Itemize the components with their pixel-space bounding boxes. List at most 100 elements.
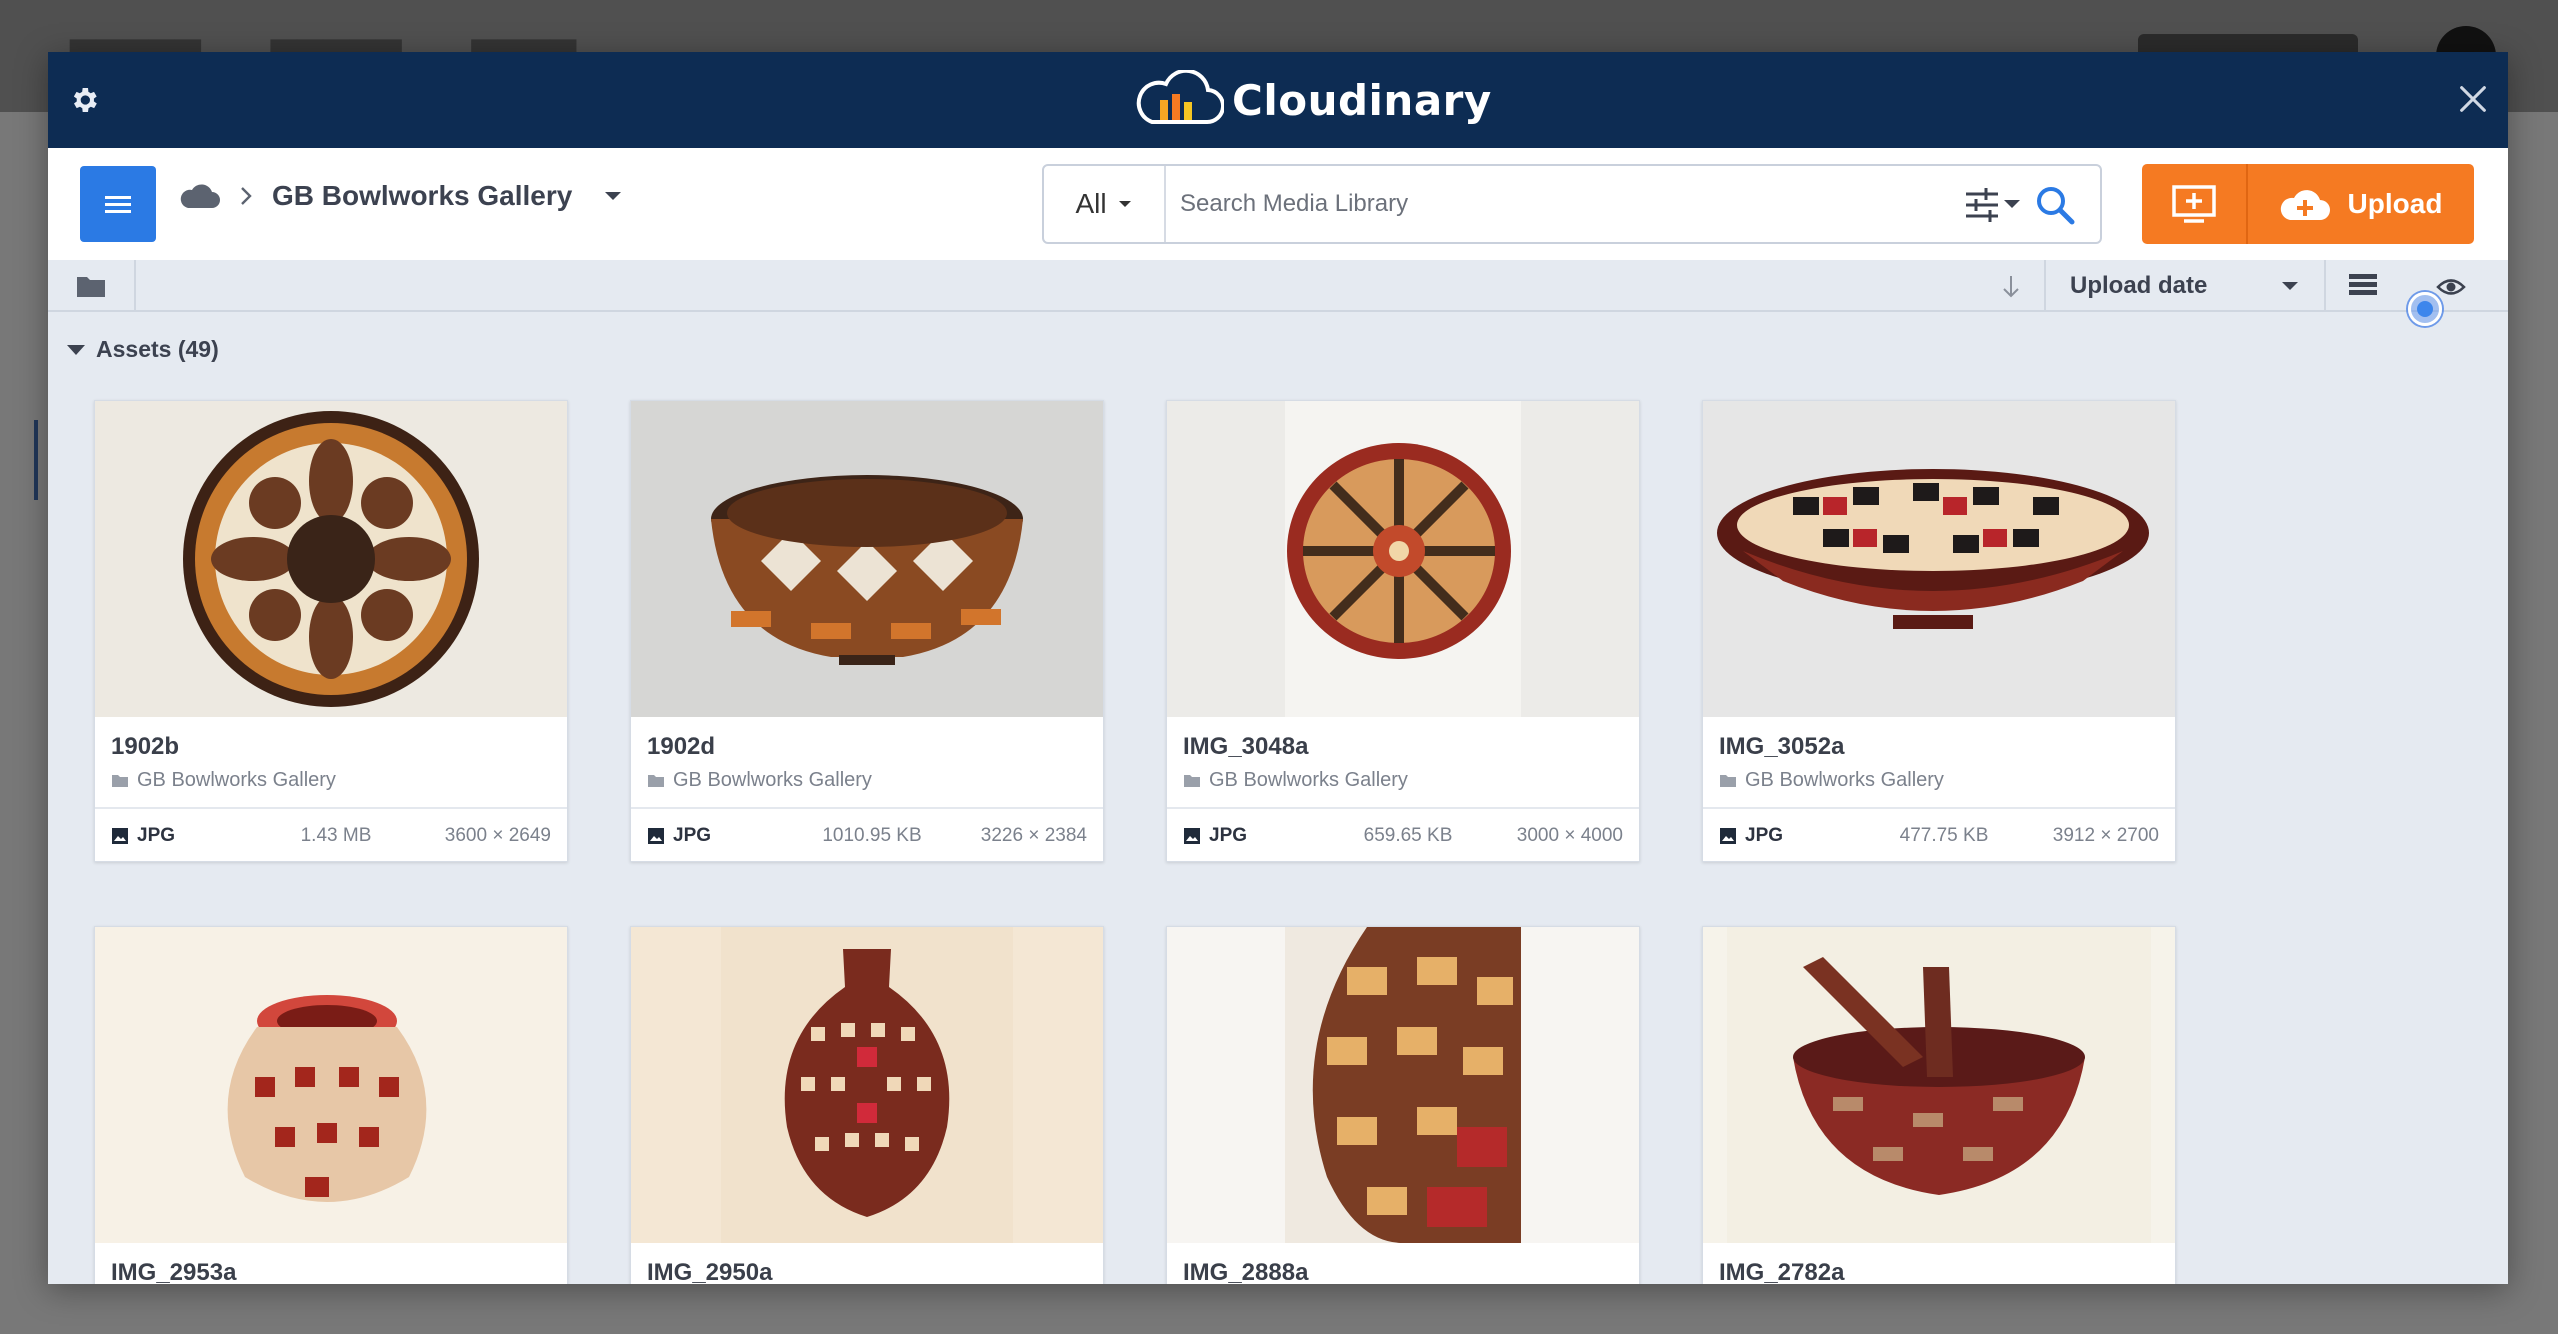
breadcrumb-folder[interactable]: GB Bowlworks Gallery xyxy=(272,180,572,212)
asset-folder-label: GB Bowlworks Gallery xyxy=(1745,769,1944,791)
search-input[interactable] xyxy=(1180,182,1940,226)
asset-name: 1902b xyxy=(111,733,180,760)
bowl-image xyxy=(1167,401,1639,717)
asset-thumbnail[interactable] xyxy=(1703,927,2175,1243)
asset-thumbnail[interactable] xyxy=(1703,401,2175,717)
asset-size: 477.75 KB xyxy=(1899,825,1989,846)
asset-card[interactable]: IMG_3048a GB Bowlworks Gallery JPG 659.6… xyxy=(1166,400,1640,862)
vase-image xyxy=(631,927,1103,1243)
chevron-right-icon xyxy=(241,187,252,205)
add-from-source-button[interactable] xyxy=(2142,164,2248,244)
asset-name: IMG_2953a xyxy=(111,1259,237,1284)
asset-dimensions: 3600 × 2649 xyxy=(444,825,551,846)
bowl-image xyxy=(1703,927,2175,1243)
image-icon xyxy=(648,828,664,844)
asset-card[interactable]: IMG_2950a xyxy=(630,926,1104,1284)
view-toolbar: Upload date xyxy=(48,260,2508,326)
monitor-add-icon xyxy=(2172,185,2216,223)
asset-thumbnail[interactable] xyxy=(631,401,1103,717)
brand-name: Cloudinary xyxy=(1232,75,1492,125)
search-icon[interactable] xyxy=(2034,184,2076,226)
asset-card[interactable]: 1902b GB Bowlworks Gallery JPG 1.43 MB 3… xyxy=(94,400,568,862)
sort-select[interactable]: Upload date xyxy=(2044,260,2326,312)
collapse-triangle-icon xyxy=(67,344,85,355)
list-view-icon[interactable] xyxy=(2348,272,2378,298)
hamburger-icon xyxy=(105,196,131,213)
asset-name: 1902d xyxy=(647,733,716,760)
folder-icon xyxy=(112,774,128,787)
folder-icon xyxy=(1184,774,1200,787)
asset-folder: GB Bowlworks Gallery xyxy=(1183,769,1408,792)
bowl-image xyxy=(1703,401,2175,717)
eye-icon[interactable] xyxy=(2436,276,2466,298)
asset-thumbnail[interactable] xyxy=(95,927,567,1243)
asset-name: IMG_2950a xyxy=(647,1259,773,1284)
asset-meta: JPG 1.43 MB 3600 × 2649 xyxy=(95,807,567,863)
asset-card[interactable]: IMG_2953a xyxy=(94,926,568,1284)
folder-icon xyxy=(648,774,664,787)
asset-card[interactable]: IMG_3052a GB Bowlworks Gallery JPG 477.7… xyxy=(1702,400,2176,862)
sort-select-label: Upload date xyxy=(2070,272,2208,299)
bowl-image xyxy=(95,401,567,717)
asset-type-label: JPG xyxy=(673,825,712,846)
search-scope-select[interactable]: All xyxy=(1044,166,1166,242)
asset-folder: GB Bowlworks Gallery xyxy=(647,769,872,792)
image-icon xyxy=(1720,828,1736,844)
folder-icon xyxy=(77,277,105,297)
asset-folder-label: GB Bowlworks Gallery xyxy=(1209,769,1408,791)
asset-name: IMG_2888a xyxy=(1183,1259,1309,1284)
asset-type: JPG xyxy=(111,825,261,847)
asset-dimensions: 3912 × 2700 xyxy=(2052,825,2159,846)
caret-down-icon xyxy=(2282,282,2298,290)
brand: Cloudinary xyxy=(1134,70,1492,130)
gear-icon[interactable] xyxy=(68,84,100,116)
asset-type: JPG xyxy=(1719,825,1869,847)
asset-name: IMG_3052a xyxy=(1719,733,1845,760)
asset-card[interactable]: IMG_2782a xyxy=(1702,926,2176,1284)
image-icon xyxy=(112,828,128,844)
asset-thumbnail[interactable] xyxy=(1167,927,1639,1243)
asset-type: JPG xyxy=(647,825,797,847)
upload-button[interactable]: Upload xyxy=(2248,164,2474,244)
assets-section-header[interactable]: Assets (49) xyxy=(66,336,219,363)
vase-image xyxy=(95,927,567,1243)
asset-thumbnail[interactable] xyxy=(631,927,1103,1243)
search-box: All xyxy=(1042,164,2102,244)
upload-label: Upload xyxy=(2347,188,2443,219)
upload-button-group: Upload xyxy=(2142,164,2474,244)
close-icon[interactable] xyxy=(2456,82,2490,116)
image-icon xyxy=(1184,828,1200,844)
chevron-down-icon[interactable] xyxy=(602,189,624,203)
asset-size: 659.65 KB xyxy=(1363,825,1453,846)
asset-size: 1.43 MB xyxy=(300,825,372,846)
sort-direction-icon[interactable] xyxy=(2000,272,2022,300)
asset-folder-label: GB Bowlworks Gallery xyxy=(137,769,336,791)
asset-thumbnail[interactable] xyxy=(1167,401,1639,717)
asset-folder-label: GB Bowlworks Gallery xyxy=(673,769,872,791)
breadcrumb: GB Bowlworks Gallery xyxy=(180,180,624,212)
asset-dimensions: 3000 × 4000 xyxy=(1516,825,1623,846)
search-scope-label: All xyxy=(1075,188,1107,219)
assets-section-title: Assets (49) xyxy=(96,336,219,362)
asset-type-label: JPG xyxy=(137,825,176,846)
asset-thumbnail[interactable] xyxy=(95,401,567,717)
filter-sliders-icon[interactable] xyxy=(1964,186,2024,224)
focus-indicator xyxy=(2408,292,2442,326)
folder-panel-toggle[interactable] xyxy=(48,260,136,312)
modal-header: Cloudinary xyxy=(48,52,2508,148)
vessel-image xyxy=(1167,927,1639,1243)
media-library-modal: Cloudinary GB Bowlworks Gallery All Sear… xyxy=(48,52,2508,1284)
main-toolbar: GB Bowlworks Gallery All Search Media Li… xyxy=(48,148,2508,308)
asset-name: IMG_3048a xyxy=(1183,733,1309,760)
asset-type: JPG xyxy=(1183,825,1333,847)
asset-meta: JPG 659.65 KB 3000 × 4000 xyxy=(1167,807,1639,863)
asset-meta: JPG 477.75 KB 3912 × 2700 xyxy=(1703,807,2175,863)
cloudinary-logo-icon xyxy=(1136,70,1224,125)
menu-button[interactable] xyxy=(80,166,156,242)
asset-size: 1010.95 KB xyxy=(822,825,922,846)
cloud-icon[interactable] xyxy=(180,182,220,210)
asset-type-label: JPG xyxy=(1209,825,1248,846)
asset-card[interactable]: 1902d GB Bowlworks Gallery JPG 1010.95 K… xyxy=(630,400,1104,862)
asset-meta: JPG 1010.95 KB 3226 × 2384 xyxy=(631,807,1103,863)
asset-card[interactable]: IMG_2888a xyxy=(1166,926,1640,1284)
